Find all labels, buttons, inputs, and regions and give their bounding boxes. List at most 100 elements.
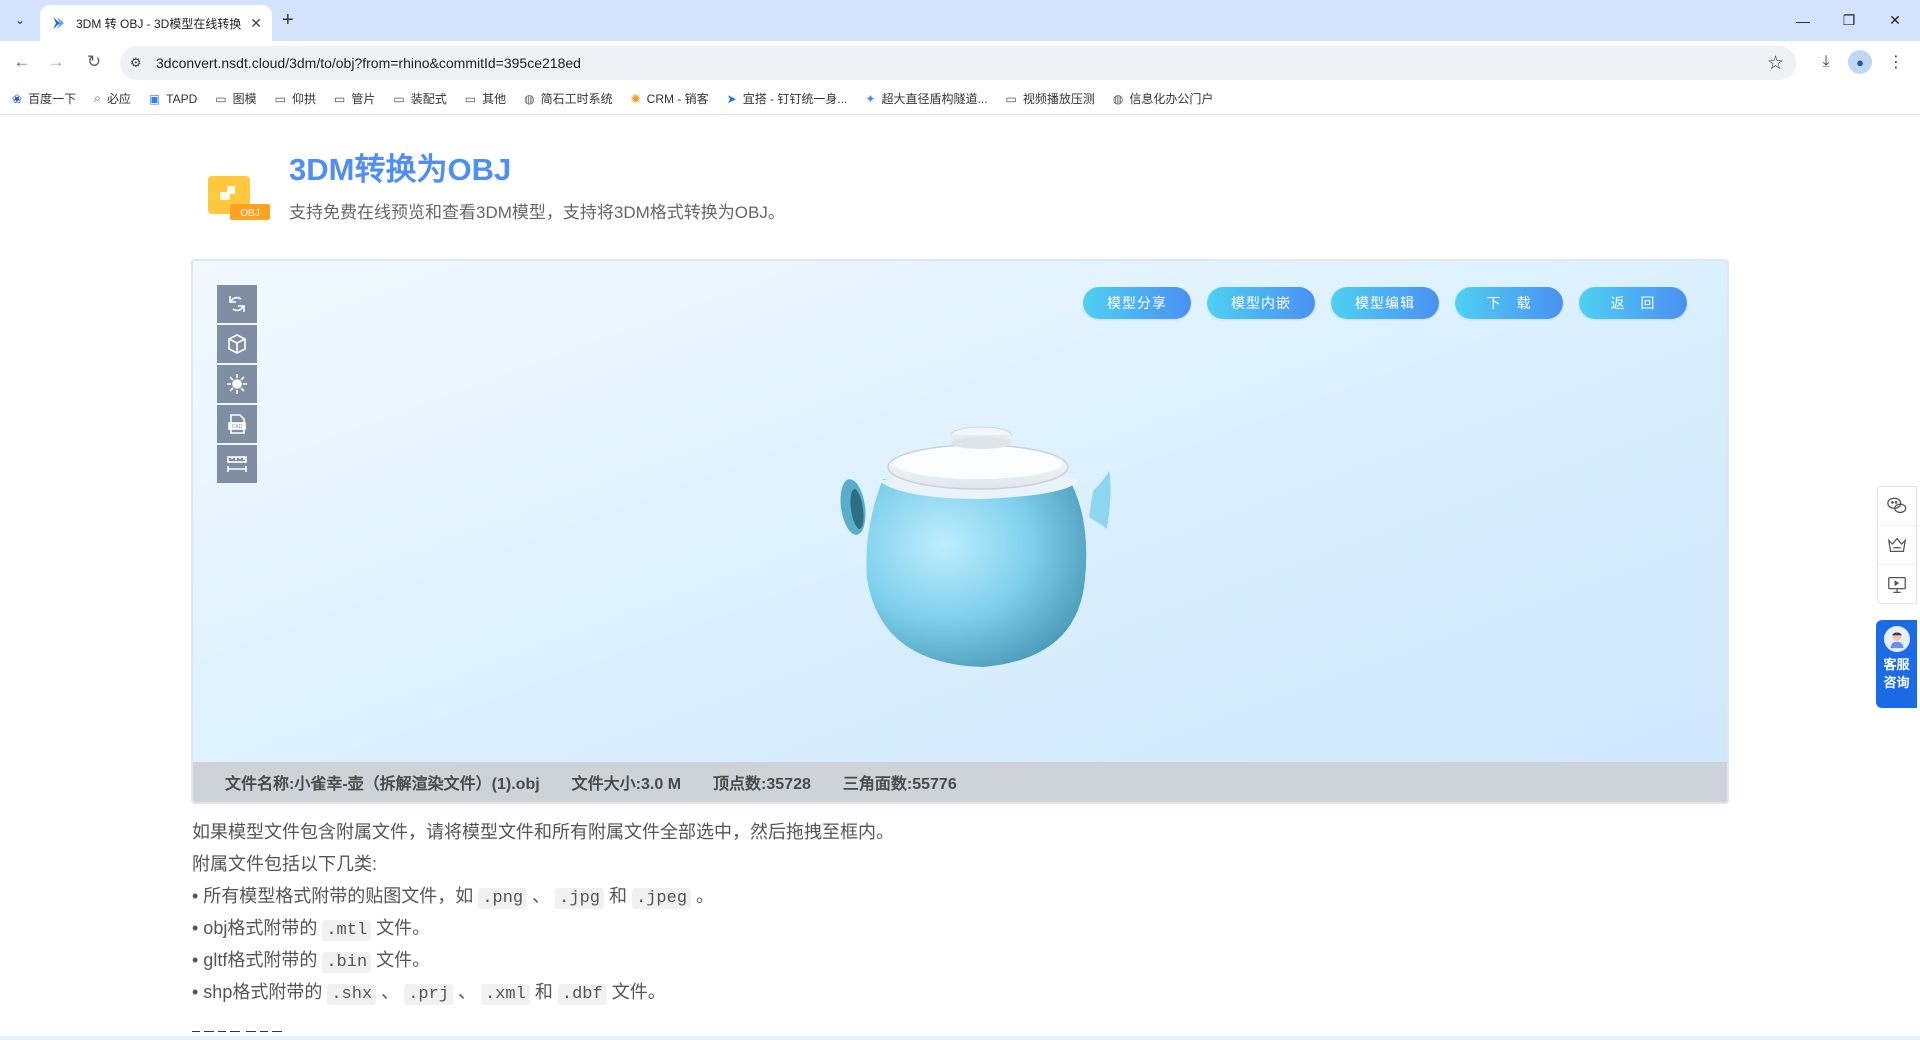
back-page-button[interactable]: 返 回 — [1579, 287, 1687, 319]
desktop-client-button[interactable] — [1878, 565, 1916, 604]
folder-icon: ▭ — [334, 91, 346, 106]
cube-icon — [228, 334, 246, 354]
bookmark-item[interactable]: ◍ 信息化办公门户 — [1113, 90, 1214, 107]
note-line: 如果模型文件包含附属文件，请将模型文件和所有附属文件全部选中，然后拖拽至框内。 — [192, 822, 894, 842]
light-icon — [227, 374, 247, 394]
vertex-count-info: 顶点数:35728 — [713, 776, 811, 793]
bookmark-item[interactable]: ▭ 管片 — [334, 90, 375, 107]
wechat-icon — [1887, 497, 1907, 514]
teapot-model[interactable] — [823, 419, 1143, 689]
bookmark-label: 视频播放压测 — [1022, 92, 1095, 106]
restore-button[interactable]: ❐ — [1826, 0, 1872, 41]
more-vert-icon: ⋮ — [1888, 54, 1904, 71]
bookmark-item[interactable]: ▭ 装配式 — [393, 90, 446, 107]
bookmark-item[interactable]: ◍ 简石工时系统 — [524, 90, 613, 107]
floating-toolbar — [1877, 486, 1917, 604]
bookmark-item[interactable]: ➤ 宜搭 - 钉钉统一身... — [727, 90, 848, 107]
bookmark-item[interactable]: ▣ TAPD — [149, 92, 197, 106]
bookmark-item[interactable]: ▭ 其他 — [465, 90, 506, 107]
crm-icon: ✺ — [630, 91, 641, 106]
bookmark-item[interactable]: ▭ 图模 — [215, 90, 256, 107]
note-line: • obj格式附带的 .mtl 文件。 — [192, 918, 431, 941]
folder-icon: ▭ — [215, 91, 227, 106]
face-count-info: 三角面数:55776 — [842, 776, 957, 793]
page-bottom-strip — [0, 1036, 1920, 1040]
bookmark-item[interactable]: ⌕ 必应 — [94, 90, 131, 107]
bookmark-item[interactable]: ✦ 超大直径盾构隧道... — [865, 90, 987, 107]
rotate-view-button[interactable] — [217, 285, 257, 323]
profile-avatar[interactable]: ● — [1848, 50, 1872, 74]
search-icon: ⌕ — [94, 91, 101, 105]
edit-model-button[interactable]: 模型编辑 — [1331, 287, 1439, 319]
bookmark-label: 其他 — [482, 92, 507, 106]
globe-icon: ◍ — [1112, 91, 1124, 106]
bookmark-label: 百度一下 — [28, 92, 77, 106]
embed-model-button[interactable]: 模型内嵌 — [1207, 287, 1315, 319]
person-icon: ● — [1856, 54, 1864, 70]
tapd-icon: ▣ — [148, 91, 161, 106]
reload-button[interactable]: ↻ — [82, 50, 106, 74]
lighting-button[interactable] — [217, 365, 257, 403]
bookmark-item[interactable]: ▭ 仰拱 — [275, 90, 316, 107]
page-title: 3DM转换为OBJ — [289, 152, 512, 187]
baidu-icon: ❀ — [12, 91, 23, 106]
downloads-button[interactable]: ⤓ — [1814, 50, 1838, 74]
material-button[interactable] — [217, 325, 257, 363]
bookmark-label: CRM - 销客 — [646, 92, 709, 106]
note-line: • gltf格式附带的 .bin 文件。 — [192, 950, 431, 973]
note-line: 附属文件包括以下几类: — [192, 854, 377, 874]
folder-icon: ▭ — [393, 91, 405, 106]
site-settings-icon[interactable]: ⚙ — [130, 55, 146, 71]
file-size-info: 文件大小:3.0 M — [571, 776, 682, 793]
tab-search-button[interactable]: ⌄ — [8, 8, 32, 32]
close-window-button[interactable]: ✕ — [1872, 0, 1918, 41]
close-tab-icon[interactable]: ✕ — [250, 15, 262, 32]
bookmark-label: 超大直径盾构隧道... — [881, 92, 988, 106]
dingtalk-icon: ➤ — [726, 91, 737, 106]
browser-tab[interactable]: 3DM 转 OBJ - 3D模型在线转换 ✕ — [40, 5, 272, 41]
measure-button[interactable] — [217, 445, 257, 483]
logo-badge-text: OBJ — [240, 208, 259, 219]
bookmark-label: 装配式 — [410, 92, 447, 106]
bookmark-label: 图模 — [232, 92, 257, 106]
next-section-heading — [192, 1022, 302, 1032]
bookmark-label: 仰拱 — [292, 92, 317, 106]
cad-button[interactable]: CAD — [217, 405, 257, 443]
rotate-icon — [229, 296, 245, 312]
bookmark-label: 简石工时系统 — [540, 92, 613, 106]
reload-icon: ↻ — [86, 52, 102, 71]
menu-button[interactable]: ⋮ — [1884, 50, 1908, 74]
cad-file-icon: CAD — [228, 414, 246, 434]
bookmark-item[interactable]: ❀ 百度一下 — [12, 90, 76, 107]
address-bar[interactable]: ⚙ 3dconvert.nsdt.cloud/3dm/to/obj?from=r… — [120, 46, 1796, 80]
file-info-bar: 文件名称:小雀幸-壶（拆解渲染文件）(1).obj 文件大小:3.0 M 顶点数… — [193, 762, 1727, 802]
bookmark-label: TAPD — [166, 91, 198, 106]
bookmark-item[interactable]: ✺ CRM - 销客 — [631, 90, 709, 107]
site-favicon-icon — [53, 17, 64, 29]
browser-toolbar: ← → ↻ ⚙ 3dconvert.nsdt.cloud/3dm/to/obj?… — [0, 41, 1920, 83]
globe-icon: ◍ — [524, 91, 535, 106]
new-tab-button[interactable]: + — [282, 8, 294, 32]
arrow-left-icon: ← — [13, 52, 31, 71]
model-viewer[interactable]: CAD 模型分享 模型内嵌 模型编辑下 载返 回 文件名称:小雀幸-壶（拆解渲染… — [191, 259, 1729, 804]
service-avatar-icon — [1883, 626, 1910, 652]
obj-logo-icon: OBJ — [208, 176, 270, 220]
bookmark-label: 必应 — [106, 92, 131, 106]
bookmark-star-icon[interactable]: ☆ — [1767, 52, 1784, 75]
forward-button[interactable]: → — [44, 50, 68, 74]
back-button[interactable]: ← — [10, 50, 34, 74]
download-button[interactable]: 下 载 — [1455, 287, 1563, 319]
monitor-icon — [1888, 576, 1906, 593]
share-model-button[interactable]: 模型分享 — [1083, 287, 1191, 319]
folder-icon: ▭ — [274, 91, 286, 106]
minimize-button[interactable]: — — [1780, 0, 1826, 41]
url-text[interactable]: 3dconvert.nsdt.cloud/3dm/to/obj?from=rhi… — [156, 55, 581, 71]
customer-service-button[interactable]: 客服咨询 — [1876, 620, 1917, 708]
bookmark-item[interactable]: ▭ 视频播放压测 — [1005, 90, 1094, 107]
tab-bar: ⌄ 3DM 转 OBJ - 3D模型在线转换 ✕ + — ❐ ✕ — [0, 0, 1920, 41]
vip-button[interactable] — [1878, 526, 1916, 565]
bookmarks-bar: ❀ 百度一下 ⌕ 必应 ▣ TAPD ▭ 图模 ▭ 仰拱 ▭ 管片 ▭ 装配式 ▭ 其他 ◍ 简石工时系统 ✺ CRM… — [0, 83, 1920, 115]
wechat-button[interactable] — [1878, 487, 1916, 526]
attachment-notes: 如果模型文件包含附属文件，请将模型文件和所有附属文件全部选中，然后拖拽至框内。 … — [192, 816, 894, 1008]
note-line: • shp格式附带的 .shx 、 .prj 、 .xml 和 .dbf 文件。 — [192, 982, 666, 1005]
